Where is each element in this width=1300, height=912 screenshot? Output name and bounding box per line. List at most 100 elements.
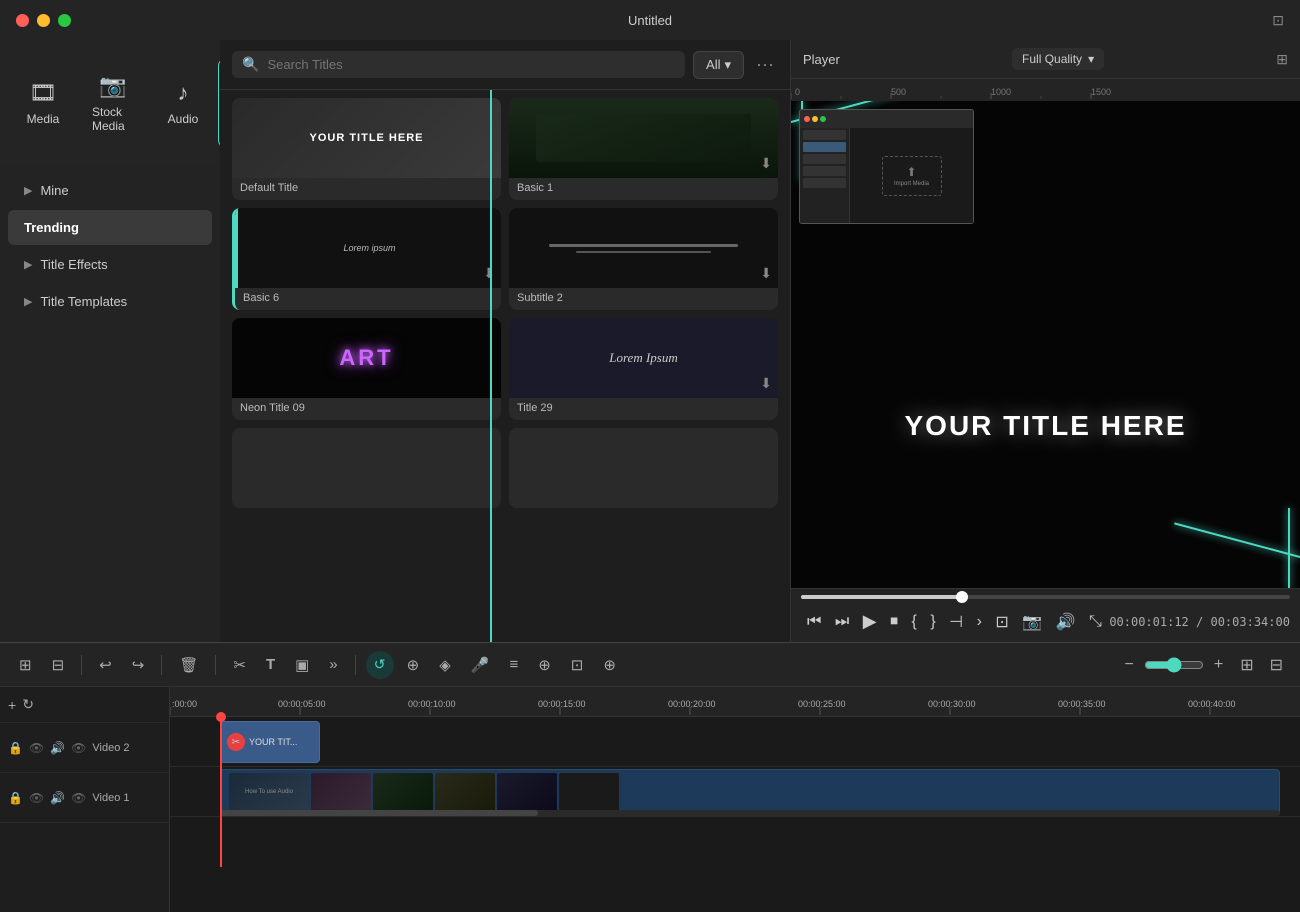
sub2-line2 — [576, 251, 711, 253]
controls-row: ⏮ ⏭ ▶ ⏹ { } ⊣ › ⊡ 📷 🔊 ⤡ 00:00:01:12 / 00… — [801, 607, 1290, 636]
grid-view-button[interactable]: ⊞ — [1235, 650, 1258, 680]
timeline-clip-title[interactable]: ✂ YOUR TIT... — [220, 721, 320, 763]
toolbar-label-audio: Audio — [168, 112, 199, 126]
title-card-neon[interactable]: ART Neon Title 09 — [232, 318, 501, 420]
timeline-tracks-area: :00:00 00:00:05:00 00:00:10:00 00:00:15:… — [170, 687, 1300, 912]
fullscreen-ctrl-button[interactable]: ⊡ — [989, 608, 1014, 636]
title29-text: Lorem Ipsum — [609, 350, 678, 366]
sub2-line1 — [549, 244, 737, 247]
mark-out-button[interactable]: } — [924, 609, 941, 635]
timeline-clip-video1[interactable]: How To use Audio — [220, 769, 1280, 815]
toolbar-separator-1 — [81, 655, 82, 675]
toolbar-item-stock-media[interactable]: 📷 Stock Media — [78, 58, 148, 148]
progress-bar[interactable] — [801, 595, 1290, 599]
title-card-subtitle2[interactable]: ⬇ Subtitle 2 — [509, 208, 778, 310]
skip-back-button[interactable]: ⏮ — [801, 609, 827, 635]
chevron-down-quality: ▾ — [1088, 52, 1094, 66]
stop-button[interactable]: ⏹ — [884, 609, 904, 635]
zoom-in-button[interactable]: + — [1208, 653, 1229, 677]
snapshot-button[interactable]: 📷 — [1016, 608, 1048, 636]
redo-button[interactable]: ↪ — [125, 651, 152, 679]
v1-text: How To use Audio — [243, 787, 295, 797]
svg-text::00:00: :00:00 — [172, 699, 197, 709]
collab-button[interactable]: ⊕ — [531, 651, 558, 679]
svg-text:00:00:20:00: 00:00:20:00 — [668, 699, 716, 709]
sidebar-item-title-templates[interactable]: ▶ Title Templates — [8, 284, 212, 319]
eye-icon-video2[interactable]: 👁 — [71, 741, 86, 755]
scrollbar-thumb — [220, 810, 538, 816]
select-tool-button[interactable]: ⊞ — [12, 651, 39, 679]
search-wrapper[interactable]: 🔍 — [232, 51, 685, 78]
undo-button[interactable]: ↩ — [92, 651, 119, 679]
stock-media-icon: 📷 — [99, 73, 126, 99]
zoom-slider[interactable] — [1144, 657, 1204, 673]
visibility-icon-video2[interactable]: 👁 — [29, 741, 44, 755]
speed-button[interactable]: ⊕ — [400, 651, 427, 679]
sidebar-item-mine[interactable]: ▶ Mine — [8, 173, 212, 208]
fm-menu3 — [803, 154, 846, 164]
resize-button[interactable]: ⤡ — [1083, 609, 1108, 635]
player-controls: ⏮ ⏭ ▶ ⏹ { } ⊣ › ⊡ 📷 🔊 ⤡ 00:00:01:12 / 00… — [791, 588, 1300, 642]
forward-button[interactable]: » — [322, 651, 344, 678]
mark-in-button[interactable]: { — [906, 609, 923, 635]
v1-segment-5 — [497, 773, 557, 811]
search-input[interactable] — [267, 57, 675, 72]
zoom-out-button[interactable]: − — [1119, 653, 1140, 677]
text-button[interactable]: T — [259, 651, 282, 678]
crop-button[interactable]: ▣ — [288, 651, 316, 679]
fullscreen-icon[interactable]: ⊞ — [1276, 51, 1288, 68]
chevron-down-icon: ▾ — [724, 57, 731, 73]
voiceover-button[interactable]: 🎤 — [464, 651, 497, 679]
add-track-button[interactable]: + — [8, 697, 16, 713]
sidebar-item-trending[interactable]: Trending — [8, 210, 212, 245]
title-card-basic1[interactable]: ⬇ Basic 1 — [509, 98, 778, 200]
visibility-icon-video1[interactable]: 👁 — [29, 791, 44, 805]
toolbar-item-audio[interactable]: ♪ Audio — [148, 58, 218, 148]
timeline-ruler: :00:00 00:00:05:00 00:00:10:00 00:00:15:… — [170, 687, 1300, 717]
insert-button[interactable]: ⊣ — [943, 608, 969, 636]
marker-button[interactable]: ◈ — [432, 651, 458, 679]
lock-icon-video1[interactable]: 🔒 — [8, 791, 23, 805]
delete-button[interactable]: 🗑 — [172, 651, 205, 679]
track-scrollbar[interactable] — [220, 810, 1280, 816]
play-button[interactable]: ▶ — [857, 607, 883, 636]
cut-button[interactable]: ✂ — [226, 651, 253, 679]
loop-track-button[interactable]: ↻ — [22, 696, 34, 713]
more-ctrl-button[interactable]: › — [971, 609, 988, 635]
step-back-button[interactable]: ⏭ — [829, 609, 855, 635]
lock-icon-video2[interactable]: 🔒 — [8, 741, 23, 755]
sidebar-item-title-effects[interactable]: ▶ Title Effects — [8, 247, 212, 282]
title-card-default[interactable]: YOUR TITLE HERE Default Title — [232, 98, 501, 200]
list-view-button[interactable]: ⊟ — [1265, 650, 1288, 680]
filter-button[interactable]: All ▾ — [693, 51, 744, 79]
fm-menu2 — [803, 142, 846, 152]
silence-button[interactable]: ≡ — [502, 651, 525, 678]
thumb-basic1: ⬇ — [509, 98, 778, 178]
close-button[interactable] — [16, 14, 29, 27]
download-icon-basic6: ⬇ — [483, 265, 495, 282]
subtitle2-label: Subtitle 2 — [509, 288, 778, 310]
title-card-partial1[interactable] — [232, 428, 501, 508]
volume-icon-video2[interactable]: 🔊 — [50, 741, 65, 755]
minimize-button[interactable] — [37, 14, 50, 27]
title-card-title29[interactable]: Lorem Ipsum ⬇ Title 29 — [509, 318, 778, 420]
player-quality-selector[interactable]: Full Quality ▾ — [1012, 48, 1104, 70]
eye-icon-video1[interactable]: 👁 — [71, 791, 86, 805]
title-card-partial2[interactable] — [509, 428, 778, 508]
sidebar-label-title-templates: Title Templates — [40, 294, 127, 309]
addclip-button[interactable]: ⊕ — [596, 651, 623, 679]
volume-icon-video1[interactable]: 🔊 — [50, 791, 65, 805]
fm-import-label: Import Media — [894, 181, 929, 187]
more-button[interactable]: ··· — [752, 50, 778, 79]
smart-select-button[interactable]: ⊟ — [45, 651, 72, 679]
loop-button[interactable]: ↺ — [366, 651, 394, 679]
neon-line-bottom-right — [1174, 522, 1300, 558]
time-display: 00:00:01:12 / 00:03:34:00 — [1109, 615, 1290, 629]
video-preview: YOUR TITLE HERE — [791, 101, 1300, 588]
toolbar-item-media[interactable]: 🎞 Media — [8, 58, 78, 148]
add-track-row: + ↻ — [0, 687, 169, 723]
volume-button[interactable]: 🔊 — [1050, 608, 1082, 636]
pip-button[interactable]: ⊡ — [564, 651, 591, 679]
maximize-button[interactable] — [58, 14, 71, 27]
title-card-basic6[interactable]: Lorem ipsum ⬇ Basic 6 — [232, 208, 501, 310]
